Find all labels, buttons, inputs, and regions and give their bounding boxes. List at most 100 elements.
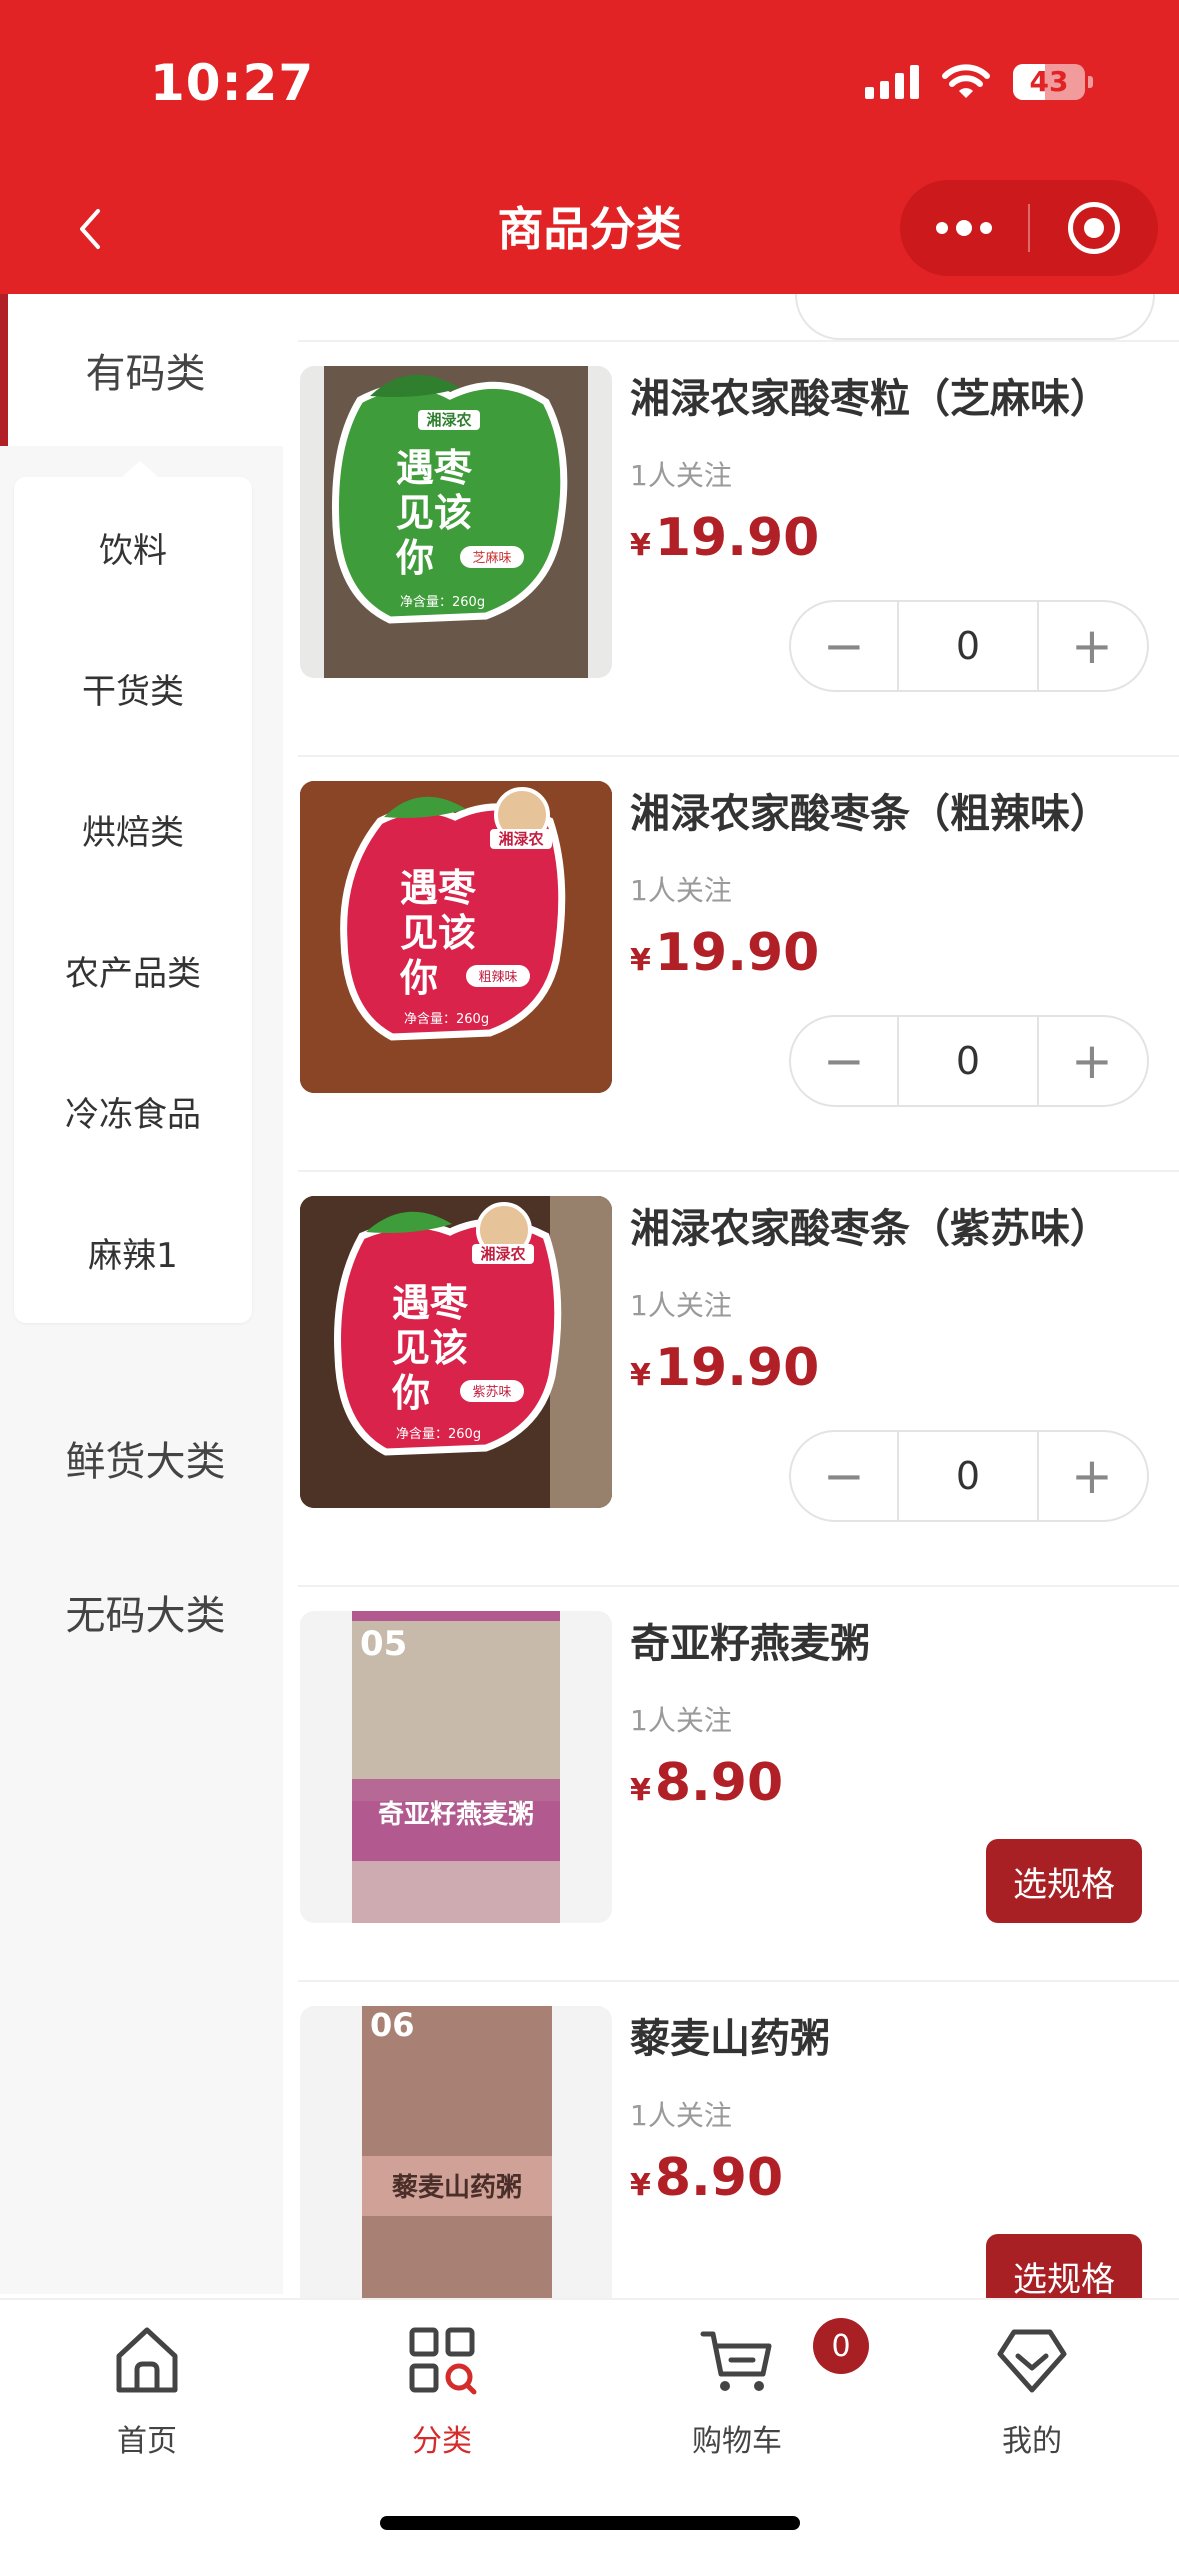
status-time: 10:27 [150,54,315,112]
back-button[interactable] [70,196,110,262]
active-indicator [0,294,8,446]
product-card[interactable]: 湘渌农 遇枣 见该 你 粗辣味 净含量：260g 湘渌农家酸枣条（粗辣味） 1人… [283,755,1179,1170]
subcategory-item[interactable]: 冷冻食品 [14,1041,252,1182]
decrease-button[interactable]: − [791,602,897,690]
follow-count: 1人关注 [630,459,732,492]
subcategory-item[interactable]: 烘焙类 [14,759,252,900]
product-card[interactable]: 湘渌农 遇枣 见该 你 芝麻味 净含量：260g 湘渌农家酸枣粒（芝麻味） 1人… [283,340,1179,755]
tab-home[interactable]: 首页 [37,2320,257,2470]
target-close-icon [1068,202,1120,254]
svg-text:见该: 见该 [400,911,476,955]
quantity-value[interactable]: 0 [897,1017,1039,1105]
follow-count: 1人关注 [630,874,732,907]
svg-text:湘渌农: 湘渌农 [480,1245,525,1263]
follow-count: 1人关注 [630,1704,732,1737]
subcategory-item[interactable]: 农产品类 [14,900,252,1041]
sidebar-item-active[interactable]: 有码类 [8,294,283,446]
quantity-value[interactable]: 0 [897,602,1039,690]
jujube-perilla-package-image: 湘渌农 遇枣 见该 你 紫苏味 净含量：260g [300,1196,612,1508]
package-brand: 湘渌农 [426,411,471,429]
product-card[interactable]: 湘渌农 遇枣 见该 你 紫苏味 净含量：260g 湘渌农家酸枣条（紫苏味） 1人… [283,1170,1179,1585]
svg-text:见该: 见该 [396,491,472,535]
product-price: ¥8.90 [630,1753,784,1813]
product-name[interactable]: 湘渌农家酸枣条（紫苏味） [630,1196,1110,1254]
svg-text:净含量：260g: 净含量：260g [400,594,485,610]
select-spec-button[interactable]: 选规格 [986,1839,1142,1923]
decrease-button[interactable]: − [791,1017,897,1105]
decrease-button[interactable]: − [791,1432,897,1520]
svg-text:粗辣味: 粗辣味 [478,970,517,985]
svg-text:净含量：260g: 净含量：260g [396,1426,481,1442]
svg-text:遇枣: 遇枣 [396,446,473,490]
svg-text:你: 你 [391,1371,430,1415]
jujube-spicy-package-image: 湘渌农 遇枣 见该 你 粗辣味 净含量：260g [300,781,612,1093]
quantity-value[interactable]: 0 [897,1432,1039,1520]
category-icon [409,2327,477,2395]
product-price: ¥19.90 [630,508,820,568]
product-price: ¥8.90 [630,2148,784,2208]
quantity-stepper: − 0 + [789,600,1149,692]
quantity-stepper-partial[interactable] [795,294,1155,340]
quinoa-yam-porridge-package-image: 06 藜麦山药粥 [362,2006,552,2298]
svg-text:芝麻味: 芝麻味 [472,550,511,566]
svg-text:紫苏味: 紫苏味 [472,1384,511,1400]
product-list[interactable]: 湘渌农 遇枣 见该 你 芝麻味 净含量：260g 湘渌农家酸枣粒（芝麻味） 1人… [283,294,1179,2298]
product-price: ¥19.90 [630,1338,820,1398]
status-icons: 43 [865,64,1093,100]
product-name[interactable]: 藜麦山药粥 [630,2006,830,2064]
sidebar-item[interactable]: 无码大类 [8,1537,283,1687]
chevron-left-icon [80,209,100,249]
subcategory-item[interactable]: 饮料 [14,477,252,618]
tab-profile[interactable]: 我的 [922,2320,1142,2470]
profile-icon [997,2329,1067,2393]
tab-label: 首页 [117,2424,177,2459]
app-header: 10:27 43 商品分类 [0,0,1179,294]
follow-count: 1人关注 [630,1289,732,1322]
product-name[interactable]: 奇亚籽燕麦粥 [630,1611,870,1669]
svg-text:藜麦山药粥: 藜麦山药粥 [392,2173,522,2203]
svg-text:遇枣: 遇枣 [400,866,477,910]
cart-icon [700,2331,772,2391]
increase-button[interactable]: + [1039,602,1145,690]
product-price: ¥19.90 [630,923,820,983]
product-card[interactable]: 06 藜麦山药粥 藜麦山药粥 1人关注 ¥8.90 选规格 [283,1980,1179,2298]
increase-button[interactable]: + [1039,1017,1145,1105]
product-name[interactable]: 湘渌农家酸枣粒（芝麻味） [630,366,1110,424]
subcategory-item[interactable]: 干货类 [14,618,252,759]
tab-label: 我的 [1002,2424,1062,2459]
tab-label: 购物车 [692,2424,782,2459]
battery-level: 43 [1029,65,1069,98]
home-icon [116,2327,178,2393]
subcategory-item[interactable]: 麻辣1 [14,1182,252,1323]
product-name[interactable]: 湘渌农家酸枣条（粗辣味） [630,781,1110,839]
product-card[interactable]: 05 奇亚籽燕麦粥 奇亚籽燕麦粥 1人关注 ¥8.90 选规格 [283,1585,1179,2000]
svg-text:05: 05 [360,1624,407,1664]
svg-text:净含量：260g: 净含量：260g [404,1011,489,1027]
increase-button[interactable]: + [1039,1432,1145,1520]
mini-program-capsule [900,180,1158,276]
follow-count: 1人关注 [630,2099,732,2132]
svg-text:奇亚籽燕麦粥: 奇亚籽燕麦粥 [378,1800,534,1830]
svg-text:你: 你 [395,536,434,580]
svg-text:见该: 见该 [392,1326,468,1370]
svg-text:06: 06 [370,2006,415,2044]
product-image[interactable]: 06 藜麦山药粥 [300,2006,612,2298]
select-spec-button[interactable]: 选规格 [986,2234,1142,2298]
more-button[interactable] [900,180,1028,276]
cart-badge: 0 [813,2318,869,2374]
cellular-signal-icon [865,65,919,99]
quantity-stepper: − 0 + [789,1430,1149,1522]
sidebar-item[interactable]: 鲜货大类 [8,1383,283,1533]
more-dots-icon [936,222,948,234]
product-image[interactable]: 05 奇亚籽燕麦粥 [300,1611,612,1923]
quantity-stepper: − 0 + [789,1015,1149,1107]
wifi-icon [942,64,990,98]
product-image[interactable]: 湘渌农 遇枣 见该 你 芝麻味 净含量：260g [300,366,612,678]
close-mini-program-button[interactable] [1030,180,1158,276]
svg-text:遇枣: 遇枣 [392,1281,469,1325]
product-image[interactable]: 湘渌农 遇枣 见该 你 紫苏味 净含量：260g [300,1196,612,1508]
product-image[interactable]: 湘渌农 遇枣 见该 你 粗辣味 净含量：260g [300,781,612,1093]
tab-label: 分类 [412,2424,472,2459]
tab-category[interactable]: 分类 [332,2320,552,2470]
svg-text:湘渌农: 湘渌农 [498,830,543,848]
